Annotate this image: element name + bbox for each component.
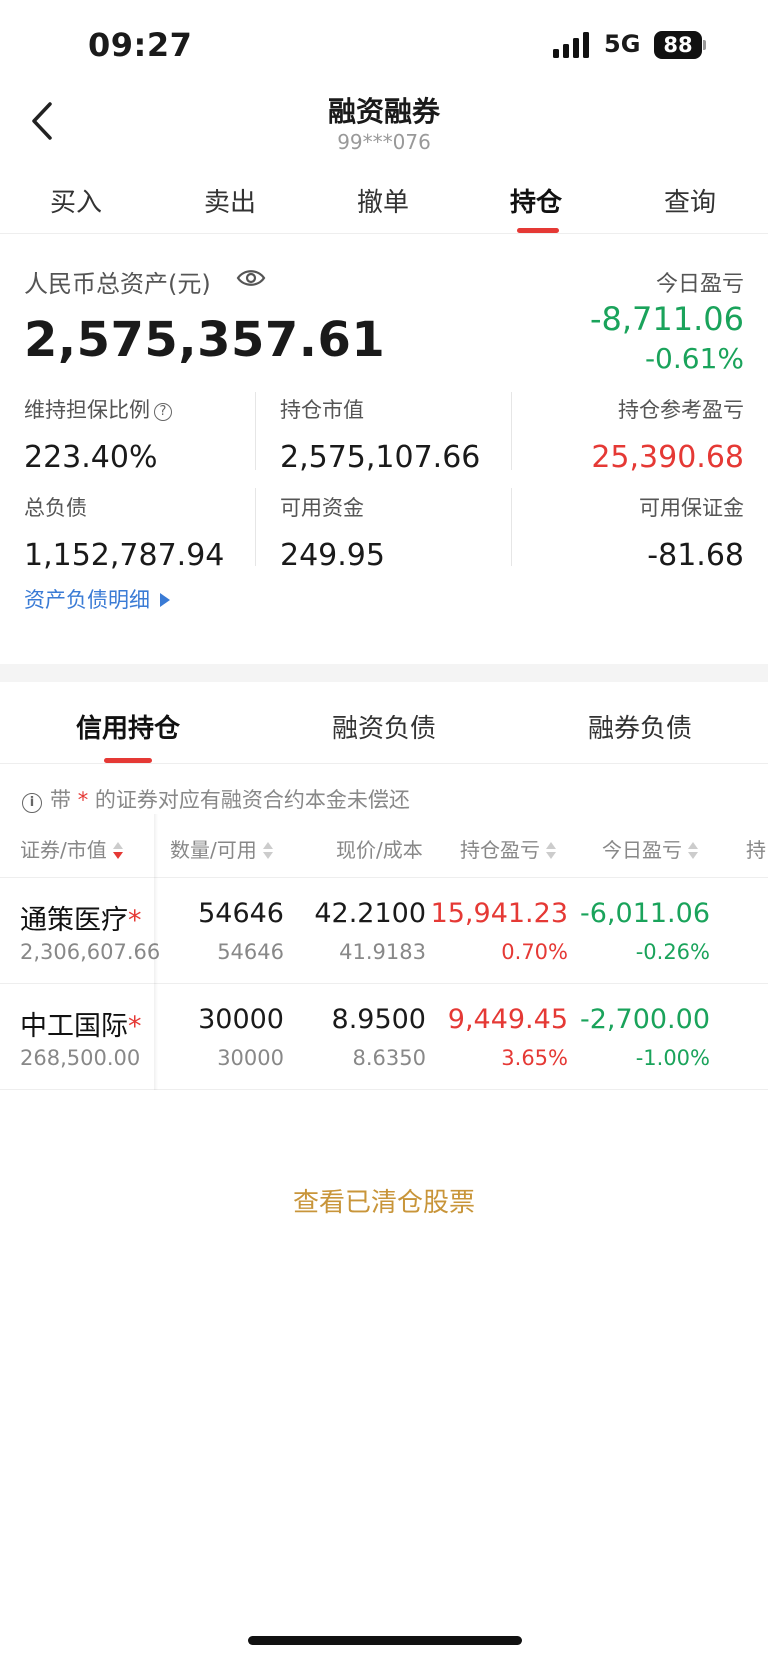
col-truncated: 持 bbox=[746, 838, 766, 862]
tab-query[interactable]: 查询 bbox=[630, 182, 750, 219]
reference-pl-label: 持仓参考盈亏 bbox=[618, 398, 744, 422]
info-icon: i bbox=[22, 793, 42, 813]
position-pl-percent: 0.70% bbox=[501, 940, 568, 964]
reference-pl: 持仓参考盈亏 25,390.68 bbox=[591, 394, 744, 475]
nav-bar: 融资融券 99***076 bbox=[0, 90, 768, 160]
col-quantity-label: 数量/可用 bbox=[170, 838, 257, 862]
table-header: 证券/市值 数量/可用 现价/成本 持仓盈亏 今日盈亏 持 bbox=[0, 814, 768, 878]
tab-credit-positions[interactable]: 信用持仓 bbox=[28, 708, 228, 763]
question-icon[interactable]: ? bbox=[154, 403, 172, 421]
market-value: 持仓市值 2,575,107.66 bbox=[280, 394, 480, 475]
total-debt-label: 总负债 bbox=[24, 496, 87, 520]
triangle-right-icon bbox=[160, 593, 170, 607]
home-indicator[interactable] bbox=[248, 1636, 522, 1645]
maintenance-ratio: 维持担保比例? 223.40% bbox=[24, 394, 172, 475]
col-today-pl[interactable]: 今日盈亏 bbox=[602, 834, 698, 863]
detail-link-label: 资产负债明细 bbox=[24, 588, 150, 612]
col-security[interactable]: 证券/市值 bbox=[20, 834, 123, 863]
section-divider bbox=[0, 664, 768, 682]
available-margin-label: 可用保证金 bbox=[639, 496, 744, 520]
market-value-value: 2,575,107.66 bbox=[280, 440, 481, 475]
note-star: * bbox=[77, 788, 89, 812]
security-market-value: 2,306,607.66 bbox=[20, 940, 161, 964]
cost-price: 41.9183 bbox=[339, 940, 426, 964]
available-margin-value: -81.68 bbox=[647, 538, 744, 573]
tab-positions-label: 持仓 bbox=[509, 188, 562, 218]
reference-pl-value: 25,390.68 bbox=[591, 440, 744, 475]
current-price: 8.9500 bbox=[331, 1004, 426, 1035]
tab-buy[interactable]: 买入 bbox=[16, 182, 136, 219]
subtab-active-indicator bbox=[104, 758, 152, 763]
network-type: 5G bbox=[604, 30, 641, 58]
position-pl: 9,449.45 bbox=[447, 1004, 568, 1035]
battery-icon: 88 bbox=[654, 31, 706, 59]
sort-icon bbox=[262, 842, 273, 860]
col-quantity[interactable]: 数量/可用 bbox=[170, 834, 273, 863]
available-margin: 可用保证金 -81.68 bbox=[639, 492, 744, 573]
note-prefix: 带 bbox=[50, 788, 71, 812]
view-cleared-stocks-link[interactable]: 查看已清仓股票 bbox=[0, 1182, 768, 1219]
status-bar: 09:27 5G 88 bbox=[0, 0, 768, 90]
col-today-pl-label: 今日盈亏 bbox=[602, 838, 682, 862]
quantity: 30000 bbox=[198, 1004, 284, 1035]
available-quantity: 54646 bbox=[217, 940, 284, 964]
tab-sell[interactable]: 卖出 bbox=[170, 182, 290, 219]
status-time: 09:27 bbox=[88, 26, 193, 64]
cost-price: 8.6350 bbox=[352, 1046, 426, 1070]
position-tabs: 信用持仓 融资负债 融券负债 bbox=[0, 682, 768, 764]
tab-securities-lending-debt[interactable]: 融券负债 bbox=[540, 708, 740, 745]
account-number: 99***076 bbox=[337, 130, 431, 154]
security-market-value: 268,500.00 bbox=[20, 1046, 141, 1070]
table-row[interactable]: 中工国际* 268,500.00 30000 30000 8.9500 8.63… bbox=[0, 984, 768, 1090]
today-pl: -2,700.00 bbox=[580, 1004, 710, 1035]
table-row[interactable]: 通策医疗* 2,306,607.66 54646 54646 42.2100 4… bbox=[0, 878, 768, 984]
total-asset-label: 人民币总资产(元) bbox=[24, 270, 211, 298]
security-name: 中工国际* bbox=[20, 1011, 142, 1042]
today-pl-percent: -0.61% bbox=[644, 342, 744, 375]
col-security-label: 证券/市值 bbox=[20, 838, 107, 862]
today-pl-percent: -1.00% bbox=[635, 1046, 710, 1070]
security-name: 通策医疗* bbox=[20, 905, 142, 936]
maintenance-ratio-value: 223.40% bbox=[24, 440, 158, 475]
today-pl: -6,011.06 bbox=[580, 898, 710, 929]
asset-summary: 人民币总资产(元) 2,575,357.61 今日盈亏 -8,711.06 -0… bbox=[0, 234, 768, 664]
sort-icon bbox=[112, 842, 123, 860]
col-position-pl-label: 持仓盈亏 bbox=[460, 838, 540, 862]
today-pl-label: 今日盈亏 bbox=[655, 272, 744, 297]
available-cash-label: 可用资金 bbox=[280, 496, 364, 520]
current-price: 42.2100 bbox=[314, 898, 426, 929]
today-pl-percent: -0.26% bbox=[635, 940, 710, 964]
tab-financing-debt[interactable]: 融资负债 bbox=[284, 708, 484, 745]
eye-icon[interactable] bbox=[236, 266, 266, 290]
frozen-column-shadow bbox=[154, 814, 158, 1090]
asset-liability-detail-link[interactable]: 资产负债明细 bbox=[24, 584, 170, 614]
market-value-label: 持仓市值 bbox=[280, 398, 364, 422]
tab-cancel[interactable]: 撤单 bbox=[323, 182, 443, 219]
total-asset-value: 2,575,357.61 bbox=[24, 312, 386, 368]
tab-positions[interactable]: 持仓 bbox=[476, 182, 596, 233]
col-position-pl[interactable]: 持仓盈亏 bbox=[460, 834, 556, 863]
today-pl-value: -8,711.06 bbox=[589, 300, 744, 338]
available-cash-value: 249.95 bbox=[280, 538, 385, 573]
total-debt-value: 1,152,787.94 bbox=[24, 538, 225, 573]
sort-icon bbox=[688, 842, 698, 860]
tab-credit-positions-label: 信用持仓 bbox=[75, 714, 180, 744]
available-quantity: 30000 bbox=[217, 1046, 284, 1070]
position-pl: 15,941.23 bbox=[430, 898, 568, 929]
total-debt: 总负债 1,152,787.94 bbox=[24, 492, 224, 573]
page-title: 融资融券 bbox=[327, 95, 440, 128]
sort-icon bbox=[546, 842, 556, 860]
quantity: 54646 bbox=[198, 898, 284, 929]
margin-note: i带 * 的证券对应有融资合约本金未偿还 bbox=[22, 784, 410, 814]
note-text: 的证券对应有融资合约本金未偿还 bbox=[94, 788, 410, 812]
tab-active-indicator bbox=[517, 228, 559, 233]
maintenance-ratio-label: 维持担保比例 bbox=[24, 398, 150, 422]
battery-level: 88 bbox=[654, 31, 702, 59]
cellular-signal-icon bbox=[553, 32, 589, 58]
position-pl-percent: 3.65% bbox=[501, 1046, 568, 1070]
trade-tabs: 买入 卖出 撤单 持仓 查询 bbox=[0, 170, 768, 234]
available-cash: 可用资金 249.95 bbox=[280, 492, 385, 573]
col-price: 现价/成本 bbox=[336, 838, 423, 862]
